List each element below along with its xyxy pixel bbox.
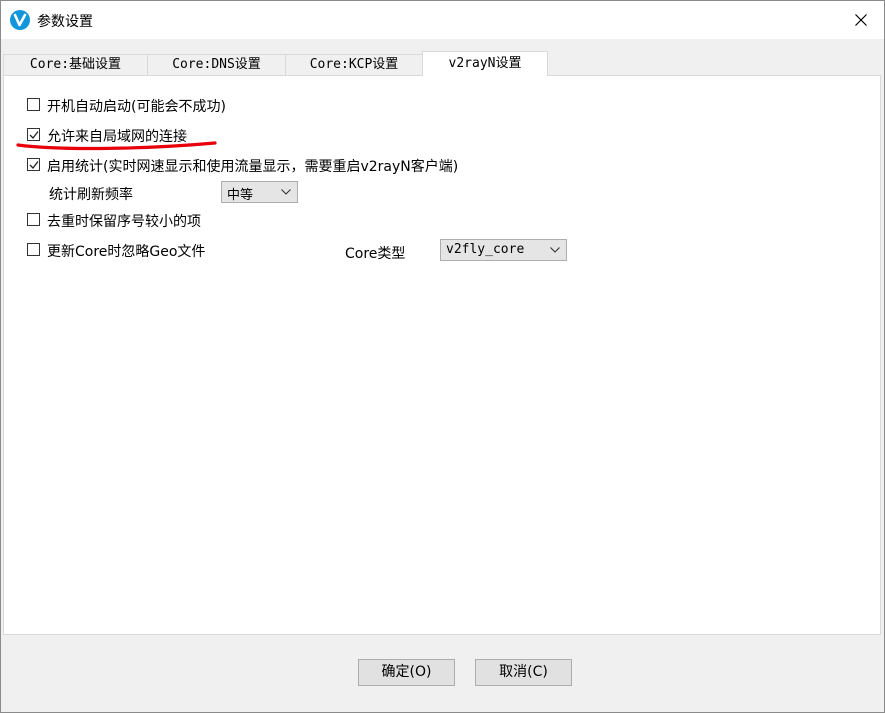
ignore-geo-label: 更新Core时忽略Geo文件	[47, 244, 206, 260]
ignore-geo-checkbox[interactable]	[27, 243, 40, 256]
tab-core-dns[interactable]: Core:DNS设置	[147, 54, 286, 75]
core-type-value: v2fly_core	[446, 242, 525, 257]
refresh-rate-select[interactable]: 中等	[221, 181, 298, 203]
window-title: 参数设置	[37, 14, 93, 30]
autorun-checkbox[interactable]	[27, 98, 40, 111]
red-underline-annotation	[16, 141, 217, 151]
core-type-select[interactable]: v2fly_core	[440, 239, 567, 261]
dialog-footer: 确定(O) 取消(C)	[1, 637, 884, 712]
autorun-label: 开机自动启动(可能会不成功)	[47, 99, 226, 115]
settings-dialog: 参数设置 Core:基础设置 Core:DNS设置 Core:KCP设置 v2r…	[0, 0, 885, 713]
core-type-label: Core类型	[345, 246, 406, 262]
title-bar: 参数设置	[1, 1, 884, 39]
tab-v2rayn-settings[interactable]: v2rayN设置	[422, 51, 548, 76]
close-button[interactable]	[838, 1, 884, 39]
tab-core-kcp[interactable]: Core:KCP设置	[285, 54, 423, 75]
refresh-rate-label: 统计刷新频率	[49, 187, 133, 203]
refresh-rate-value: 中等	[227, 188, 254, 203]
checkmark-icon	[29, 161, 39, 169]
statistics-label: 启用统计(实时网速显示和使用流量显示，需要重启v2rayN客户端)	[47, 159, 459, 175]
v2rayn-logo-icon	[10, 10, 30, 30]
chevron-down-icon	[550, 247, 560, 253]
ok-button[interactable]: 确定(O)	[358, 659, 455, 686]
tab-core-basic[interactable]: Core:基础设置	[3, 54, 148, 75]
settings-panel: 开机自动启动(可能会不成功) 允许来自局域网的连接 启用统计(实时网速显示和使用…	[3, 75, 881, 635]
chevron-down-icon	[281, 189, 291, 195]
statistics-checkbox[interactable]	[27, 158, 40, 171]
cancel-button[interactable]: 取消(C)	[475, 659, 572, 686]
keep-old-label: 去重时保留序号较小的项	[47, 214, 201, 230]
keep-old-checkbox[interactable]	[27, 213, 40, 226]
close-icon	[855, 14, 867, 26]
